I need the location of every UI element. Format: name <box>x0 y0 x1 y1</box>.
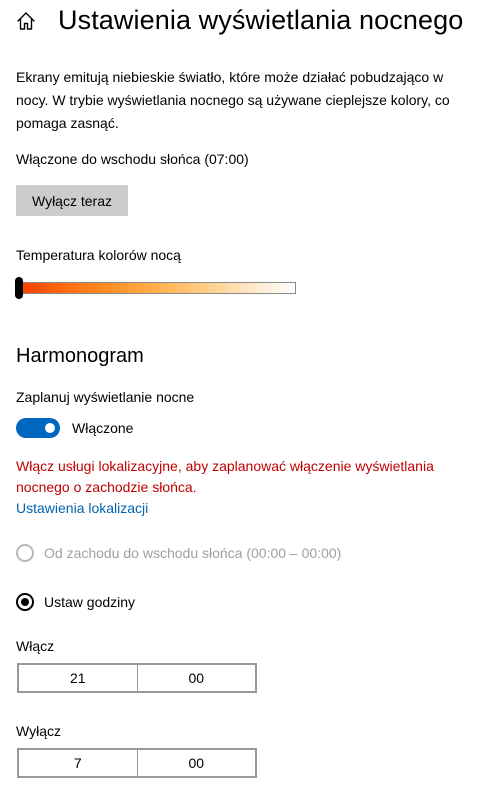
turn-off-minute[interactable]: 00 <box>136 750 256 776</box>
set-hours-label[interactable]: Ustaw godziny <box>44 591 135 613</box>
location-warning-text: Włącz usługi lokalizacyjne, aby zaplanow… <box>16 458 434 495</box>
turn-on-hour[interactable]: 21 <box>19 665 137 691</box>
turn-on-label: Włącz <box>16 638 55 654</box>
schedule-night-light-toggle[interactable] <box>16 418 60 438</box>
color-temperature-slider-thumb[interactable] <box>15 277 23 299</box>
set-hours-radio[interactable] <box>16 593 34 611</box>
radio-selected-dot <box>21 598 29 606</box>
description-text: Ekrany emitują niebieskie światło, które… <box>16 69 450 131</box>
turn-off-now-button[interactable]: Wyłącz teraz <box>16 185 128 216</box>
location-settings-link[interactable]: Ustawienia lokalizacji <box>16 497 148 519</box>
turn-off-time-picker[interactable]: 7 00 <box>17 748 257 778</box>
color-temperature-slider[interactable] <box>18 282 296 294</box>
sunset-to-sunrise-label: Od zachodu do wschodu słońca (00:00 – 00… <box>44 545 342 561</box>
schedule-heading: Harmonogram <box>16 345 144 367</box>
color-temperature-label: Temperatura kolorów nocą <box>16 247 181 263</box>
page-title: Ustawienia wyświetlania nocnego <box>58 5 464 35</box>
toggle-knob <box>45 423 55 433</box>
turn-on-minute[interactable]: 00 <box>136 665 256 691</box>
toggle-state-label: Włączone <box>72 420 134 436</box>
turn-on-time-picker[interactable]: 21 00 <box>17 663 257 693</box>
sunset-to-sunrise-radio <box>16 544 34 562</box>
night-light-status: Włączone do wschodu słońca (07:00) <box>16 151 249 167</box>
turn-off-label: Wyłącz <box>16 723 61 739</box>
turn-off-hour[interactable]: 7 <box>19 750 137 776</box>
home-icon[interactable] <box>15 10 37 32</box>
schedule-night-light-label: Zaplanuj wyświetlanie nocne <box>16 389 195 405</box>
